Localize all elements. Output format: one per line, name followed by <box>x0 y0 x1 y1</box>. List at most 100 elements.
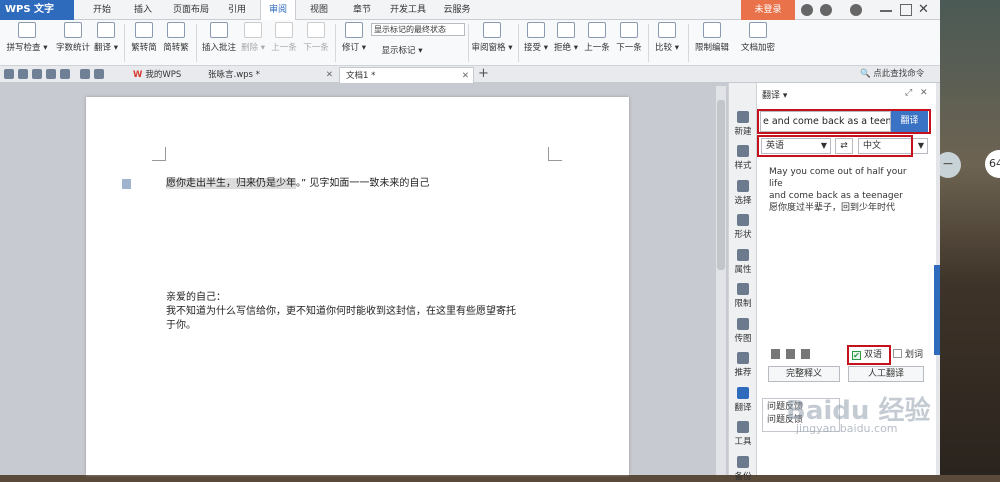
save-as-icon[interactable] <box>32 69 42 79</box>
word-count-button[interactable]: 字数统计 <box>52 22 94 53</box>
tab-doc-zhang[interactable]: 张咏言.wps * ✕ <box>202 67 337 83</box>
show-markup-button[interactable]: 显示标记 ▾ <box>372 44 432 56</box>
hover-translate-checkbox[interactable]: 划词 <box>893 348 927 362</box>
help-icon[interactable] <box>820 4 832 16</box>
document-line-2[interactable]: 亲爱的自己： <box>166 291 226 305</box>
find-command-search[interactable]: 🔍 点此查找命令 <box>860 67 924 82</box>
menu-reference[interactable]: 引用 <box>220 0 254 20</box>
translate-ribbon-button[interactable]: 翻译 ▾ <box>92 22 120 53</box>
side-shape-button[interactable]: 形状 <box>729 214 757 240</box>
save-icon[interactable] <box>18 69 28 79</box>
translation-result[interactable]: May you come out of half your life and c… <box>769 166 919 214</box>
compare-button[interactable]: 比较 ▾ <box>652 22 682 53</box>
delete-comment-button[interactable]: 删除 ▾ <box>238 22 268 53</box>
target-language-dropdown[interactable]: ▼ <box>912 138 928 154</box>
insert-icon[interactable] <box>786 349 795 359</box>
tab-my-wps[interactable]: W 我的WPS <box>127 67 197 83</box>
document-page[interactable]: 愿你走出半生，归来仍是少年。” 见字如面一一致未来的自己 亲爱的自己： 我不知道… <box>86 97 629 475</box>
document-line-1[interactable]: 愿你走出半生，归来仍是少年。” 见字如面一一致未来的自己 <box>166 177 429 191</box>
prev-comment-button[interactable]: 上一条 <box>268 22 300 53</box>
side-new-button[interactable]: 新建 <box>729 111 757 137</box>
human-translation-button[interactable]: 人工翻译 <box>848 366 924 382</box>
bilingual-checkbox[interactable]: ✔ 双语 <box>852 348 889 362</box>
side-restrict-button[interactable]: 限制 <box>729 283 757 309</box>
selected-text[interactable]: 愿你走出半生，归来仍是少年 <box>166 178 296 189</box>
preview-icon[interactable] <box>60 69 70 79</box>
copy-icon[interactable] <box>771 349 780 359</box>
next-comment-button[interactable]: 下一条 <box>300 22 332 53</box>
restrict-edit-button[interactable]: 限制编辑 <box>692 22 732 53</box>
print-icon[interactable] <box>46 69 56 79</box>
source-language-select[interactable]: 英语 ▼ <box>761 138 831 154</box>
panel-close-icon[interactable]: ✕ <box>920 88 928 98</box>
side-upload-image-button[interactable]: 传图 <box>729 318 757 344</box>
menu-view[interactable]: 视图 <box>302 0 336 20</box>
open-icon[interactable] <box>4 69 14 79</box>
reject-button[interactable]: 拒绝 ▾ <box>552 22 580 53</box>
close-icon[interactable]: ✕ <box>918 2 929 17</box>
panel-title[interactable]: 翻译 ▾ <box>762 88 787 101</box>
tab-doc-1[interactable]: 文档1 * ✕ <box>339 67 474 83</box>
side-backup-button[interactable]: 备份 <box>729 456 757 482</box>
recommend-icon <box>737 352 749 364</box>
wps-logo-icon: W <box>133 70 146 80</box>
panel-edge-handle[interactable] <box>934 265 940 355</box>
encrypt-doc-button[interactable]: 文档加密 <box>738 22 778 53</box>
undo-icon[interactable] <box>80 69 90 79</box>
simp-to-trad-button[interactable]: 简转繁 <box>160 22 192 53</box>
divider <box>124 24 125 62</box>
menu-section[interactable]: 章节 <box>345 0 379 20</box>
menu-review[interactable]: 审阅 <box>260 0 296 21</box>
spell-check-button[interactable]: 拼写检查 ▾ <box>6 22 48 53</box>
side-tools-button[interactable]: 工具 <box>729 421 757 447</box>
accept-button[interactable]: 接受 ▾ <box>522 22 550 53</box>
translate-button[interactable]: 翻译 <box>891 111 928 132</box>
track-changes-button[interactable]: 修订 ▾ <box>340 22 368 53</box>
compare-icon <box>658 22 676 38</box>
side-recommend-button[interactable]: 推荐 <box>729 352 757 378</box>
trash-icon[interactable] <box>801 349 810 359</box>
side-translate-button[interactable]: 翻译 <box>729 387 757 413</box>
redo-icon[interactable] <box>94 69 104 79</box>
settings-icon[interactable] <box>850 4 862 16</box>
comment-icon <box>210 22 228 38</box>
pin-icon[interactable]: ⤢ <box>905 88 912 98</box>
style-icon <box>737 145 749 157</box>
next-change-button[interactable]: 下一条 <box>614 22 644 53</box>
menu-insert[interactable]: 插入 <box>126 0 160 20</box>
scrollbar-thumb[interactable] <box>717 100 725 270</box>
login-button[interactable]: 未登录 <box>741 0 795 20</box>
margin-corner <box>152 147 166 161</box>
minimize-icon[interactable] <box>880 10 892 12</box>
document-line-3[interactable]: 我不知道为什么写信给你，更不知道你何时能收到这封信，在这里有些愿望寄托 <box>166 305 556 319</box>
translate-input[interactable]: e and come back as a teenager <box>760 111 891 132</box>
paragraph-marker-icon <box>122 179 131 189</box>
convert-icon <box>135 22 153 38</box>
trad-to-simp-button[interactable]: 繁转简 <box>128 22 160 53</box>
tab-close-icon[interactable]: ✕ <box>326 67 333 83</box>
tab-close-icon[interactable]: ✕ <box>462 68 469 84</box>
menu-dev-tools[interactable]: 开发工具 <box>385 0 431 20</box>
side-property-button[interactable]: 属性 <box>729 249 757 275</box>
restrict-icon <box>737 283 749 295</box>
side-select-button[interactable]: 选择 <box>729 180 757 206</box>
side-style-button[interactable]: 样式 <box>729 145 757 171</box>
prev-change-button[interactable]: 上一条 <box>582 22 612 53</box>
skin-icon[interactable] <box>801 4 813 16</box>
swap-languages-button[interactable]: ⇄ <box>835 138 853 154</box>
wps-app-button[interactable]: WPS 文字 <box>0 0 74 20</box>
full-definition-button[interactable]: 完整释义 <box>768 366 840 382</box>
maximize-icon[interactable] <box>900 4 912 16</box>
menu-home[interactable]: 开始 <box>85 0 119 20</box>
menu-cloud[interactable]: 云服务 <box>437 0 477 20</box>
target-language-select[interactable]: 中文 <box>858 138 912 154</box>
insert-comment-button[interactable]: 插入批注 <box>200 22 238 53</box>
review-pane-button[interactable]: 审阅窗格 ▾ <box>470 22 514 53</box>
document-line-4[interactable]: 于你。 <box>166 319 196 333</box>
margin-corner <box>548 147 562 161</box>
menu-layout[interactable]: 页面布局 <box>168 0 214 20</box>
new-icon <box>737 111 749 123</box>
new-tab-button[interactable]: + <box>478 66 489 81</box>
result-line-1: May you come out of half your life <box>769 167 907 189</box>
markup-state-dropdown[interactable]: 显示标记的最终状态 <box>371 23 465 36</box>
